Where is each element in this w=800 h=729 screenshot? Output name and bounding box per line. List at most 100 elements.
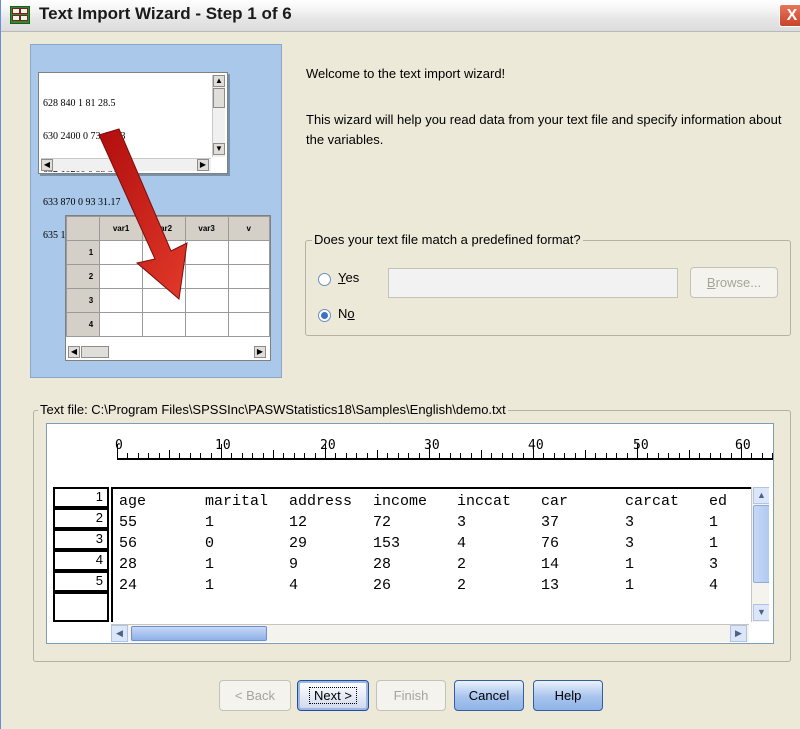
text-file-path-legend: Text file: C:\Program Files\SPSSInc\PASW… (38, 402, 508, 417)
horizontal-scrollbar[interactable]: ◀ ▶ (111, 624, 749, 642)
next-button[interactable]: Next > (297, 680, 369, 711)
data-cell: ed (709, 493, 728, 510)
ruler-tick (689, 450, 690, 458)
data-cell: 28 (373, 556, 392, 573)
data-cell: inccat (457, 493, 512, 510)
browse-mnemonic: B (706, 275, 716, 290)
data-cell: 12 (289, 514, 308, 531)
no-radio[interactable] (318, 309, 331, 322)
spreadsheet-icon (10, 6, 30, 24)
ruler-tick (501, 453, 503, 458)
ruler-tick (325, 444, 326, 458)
welcome-description: This wizard will help you read data from… (306, 112, 782, 147)
ruler-tick (231, 453, 233, 458)
ruler-tick (647, 453, 649, 458)
ruler-tick (210, 453, 212, 458)
window-title: Text Import Wizard - Step 1 of 6 (39, 4, 292, 23)
ruler-tick (668, 453, 670, 458)
data-cell: address (289, 493, 353, 510)
ruler-tick (293, 453, 295, 458)
browse-button[interactable]: Browse... (690, 267, 778, 298)
ruler-tick (387, 453, 389, 458)
ruler-tick (605, 453, 607, 458)
data-preview-grid: 1 2 3 4 5 age marital address income inccat c… (51, 484, 769, 624)
ruler-label: 20 (320, 438, 336, 453)
row-number: 1 (53, 487, 109, 508)
ruler-tick (335, 453, 337, 458)
cancel-button[interactable]: Cancel (454, 680, 524, 711)
ruler-tick (189, 453, 191, 458)
data-cell: 14 (541, 556, 560, 573)
scroll-down-icon[interactable]: ▼ (753, 604, 769, 621)
row-number: 4 (53, 550, 109, 571)
format-file-input[interactable] (388, 268, 678, 298)
yes-label-rest: es (345, 270, 360, 285)
ruler-tick (730, 453, 732, 458)
ruler-tick (761, 453, 763, 458)
data-cell: 3 (709, 556, 719, 573)
scroll-up-icon[interactable]: ▲ (753, 487, 769, 504)
data-cell: 3 (625, 535, 635, 552)
ruler-tick (772, 453, 774, 458)
ruler-tick (470, 453, 472, 458)
ruler-tick (408, 453, 410, 458)
back-button[interactable]: < Back (219, 680, 291, 711)
vertical-scrollbar[interactable]: ▲ ▼ (751, 487, 769, 622)
ruler-tick (377, 450, 378, 458)
horizontal-scroll-thumb[interactable] (131, 626, 267, 641)
ruler-tick (429, 444, 430, 458)
ruler-tick (169, 450, 170, 458)
ruler-tick (200, 453, 202, 458)
close-button[interactable]: X (779, 4, 800, 27)
finish-button[interactable]: Finish (376, 680, 446, 711)
data-cell: 4 (709, 577, 719, 594)
row-number: 2 (53, 508, 109, 529)
ruler-tick (345, 453, 347, 458)
data-cell: 1 (625, 556, 635, 573)
ruler-tick (148, 453, 150, 458)
ruler-tick (241, 453, 243, 458)
yes-radio-label[interactable]: Yes (338, 270, 359, 285)
ruler-tick (564, 453, 566, 458)
ruler-label: 40 (528, 438, 544, 453)
text-import-wizard-dialog: Text Import Wizard - Step 1 of 6 X 628 8… (0, 0, 800, 729)
data-cell: 4 (289, 577, 299, 594)
ruler-tick (304, 453, 306, 458)
browse-label-rest: rowse... (715, 275, 762, 290)
column-ruler: 0 10 20 30 40 50 60 (47, 424, 774, 464)
title-bar: Text Import Wizard - Step 1 of 6 X (1, 0, 800, 32)
ruler-tick (283, 453, 285, 458)
ruler-baseline (117, 458, 773, 460)
ruler-tick (252, 453, 254, 458)
data-cell: age (119, 493, 147, 510)
ruler-tick (439, 453, 441, 458)
data-cell: 9 (289, 556, 299, 573)
ruler-tick (262, 453, 264, 458)
wizard-illustration: 628 840 1 81 28.5 630 2400 0 73 40.33 63… (30, 44, 282, 378)
no-mnemonic: o (347, 306, 355, 321)
ruler-tick (637, 444, 638, 458)
ruler-tick (460, 453, 462, 458)
scroll-left-icon[interactable]: ◀ (111, 625, 128, 642)
data-cell: 1 (709, 535, 719, 552)
vertical-scroll-thumb[interactable] (753, 505, 769, 583)
ruler-tick (449, 453, 451, 458)
no-radio-label[interactable]: No (338, 306, 355, 321)
import-arrow-icon (98, 128, 188, 300)
row-number: 3 (53, 529, 109, 550)
help-button[interactable]: Help (533, 680, 603, 711)
text-file-preview: 0 10 20 30 40 50 60 1 2 3 4 5 age marital… (46, 423, 774, 644)
ruler-tick (137, 453, 139, 458)
no-label-first: N (338, 306, 348, 321)
ruler-tick (221, 444, 222, 458)
yes-radio[interactable] (318, 273, 331, 286)
ruler-tick (543, 453, 545, 458)
data-text-area[interactable]: age marital address income inccat car carcat ed… (111, 487, 751, 622)
data-cell: 1 (205, 577, 215, 594)
scroll-right-icon[interactable]: ▶ (730, 625, 747, 642)
predefined-format-group: Does your text file match a predefined f… (305, 232, 791, 336)
ruler-tick (314, 453, 316, 458)
data-cell: 26 (373, 577, 392, 594)
ruler-tick (751, 453, 753, 458)
ruler-tick (491, 453, 493, 458)
